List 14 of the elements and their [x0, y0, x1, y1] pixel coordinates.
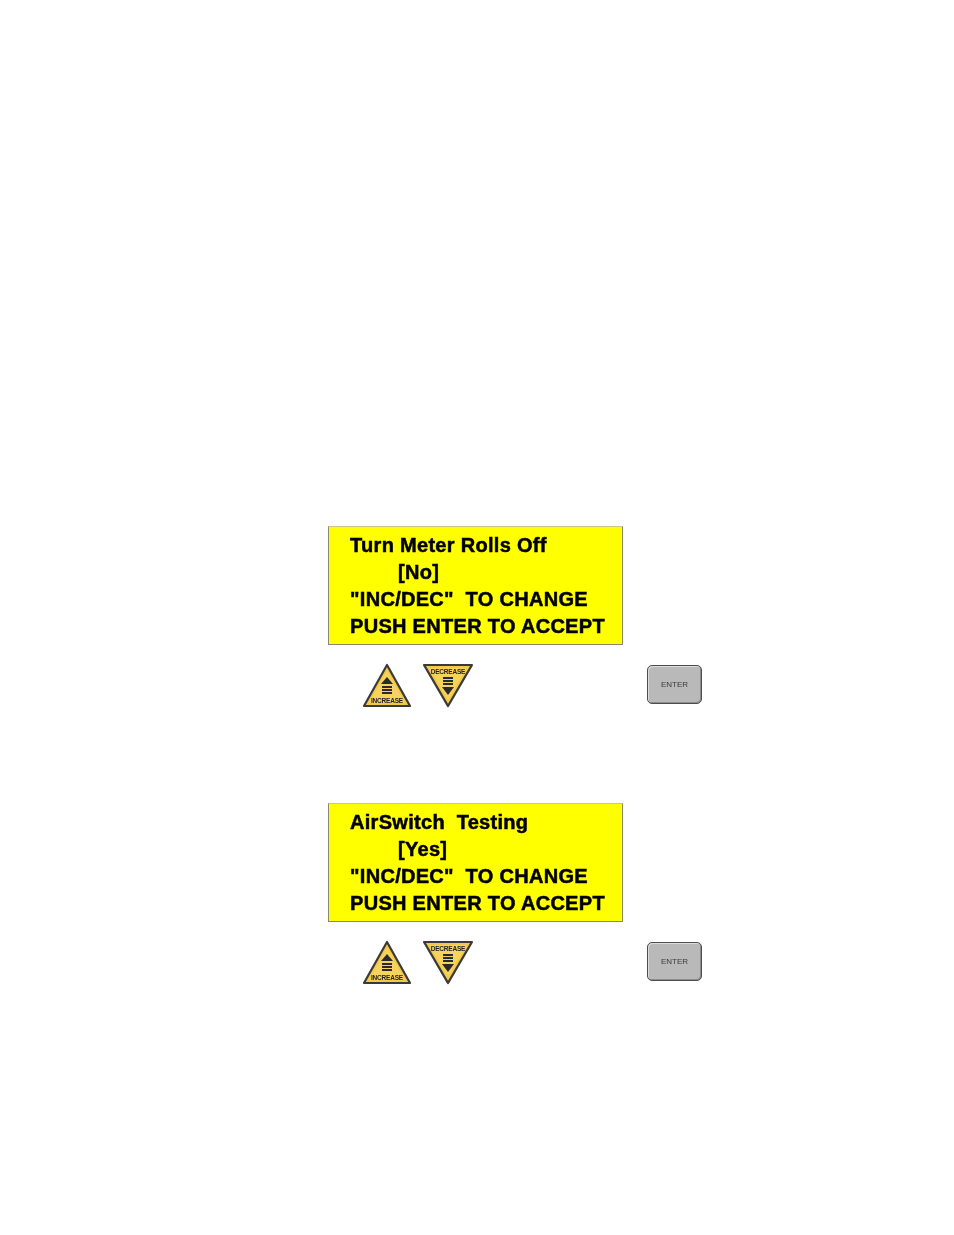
up-arrow-icon: [381, 677, 393, 695]
down-arrow-icon: [442, 677, 454, 695]
enter-button[interactable]: ENTER: [647, 942, 702, 981]
setting-value: [Yes]: [398, 837, 448, 862]
enter-button[interactable]: ENTER: [647, 665, 702, 704]
instruction-text: "INC/DEC" TO CHANGE: [350, 587, 588, 612]
up-arrow-icon: [381, 954, 393, 972]
setting-title: Turn Meter Rolls Off: [350, 533, 547, 558]
instruction-text: "INC/DEC" TO CHANGE: [350, 864, 588, 889]
setting-title: AirSwitch Testing: [350, 810, 529, 835]
down-arrow-icon: [442, 954, 454, 972]
instruction-text: PUSH ENTER TO ACCEPT: [350, 891, 605, 916]
instruction-text: PUSH ENTER TO ACCEPT: [350, 614, 605, 639]
setting-value: [No]: [398, 560, 440, 585]
